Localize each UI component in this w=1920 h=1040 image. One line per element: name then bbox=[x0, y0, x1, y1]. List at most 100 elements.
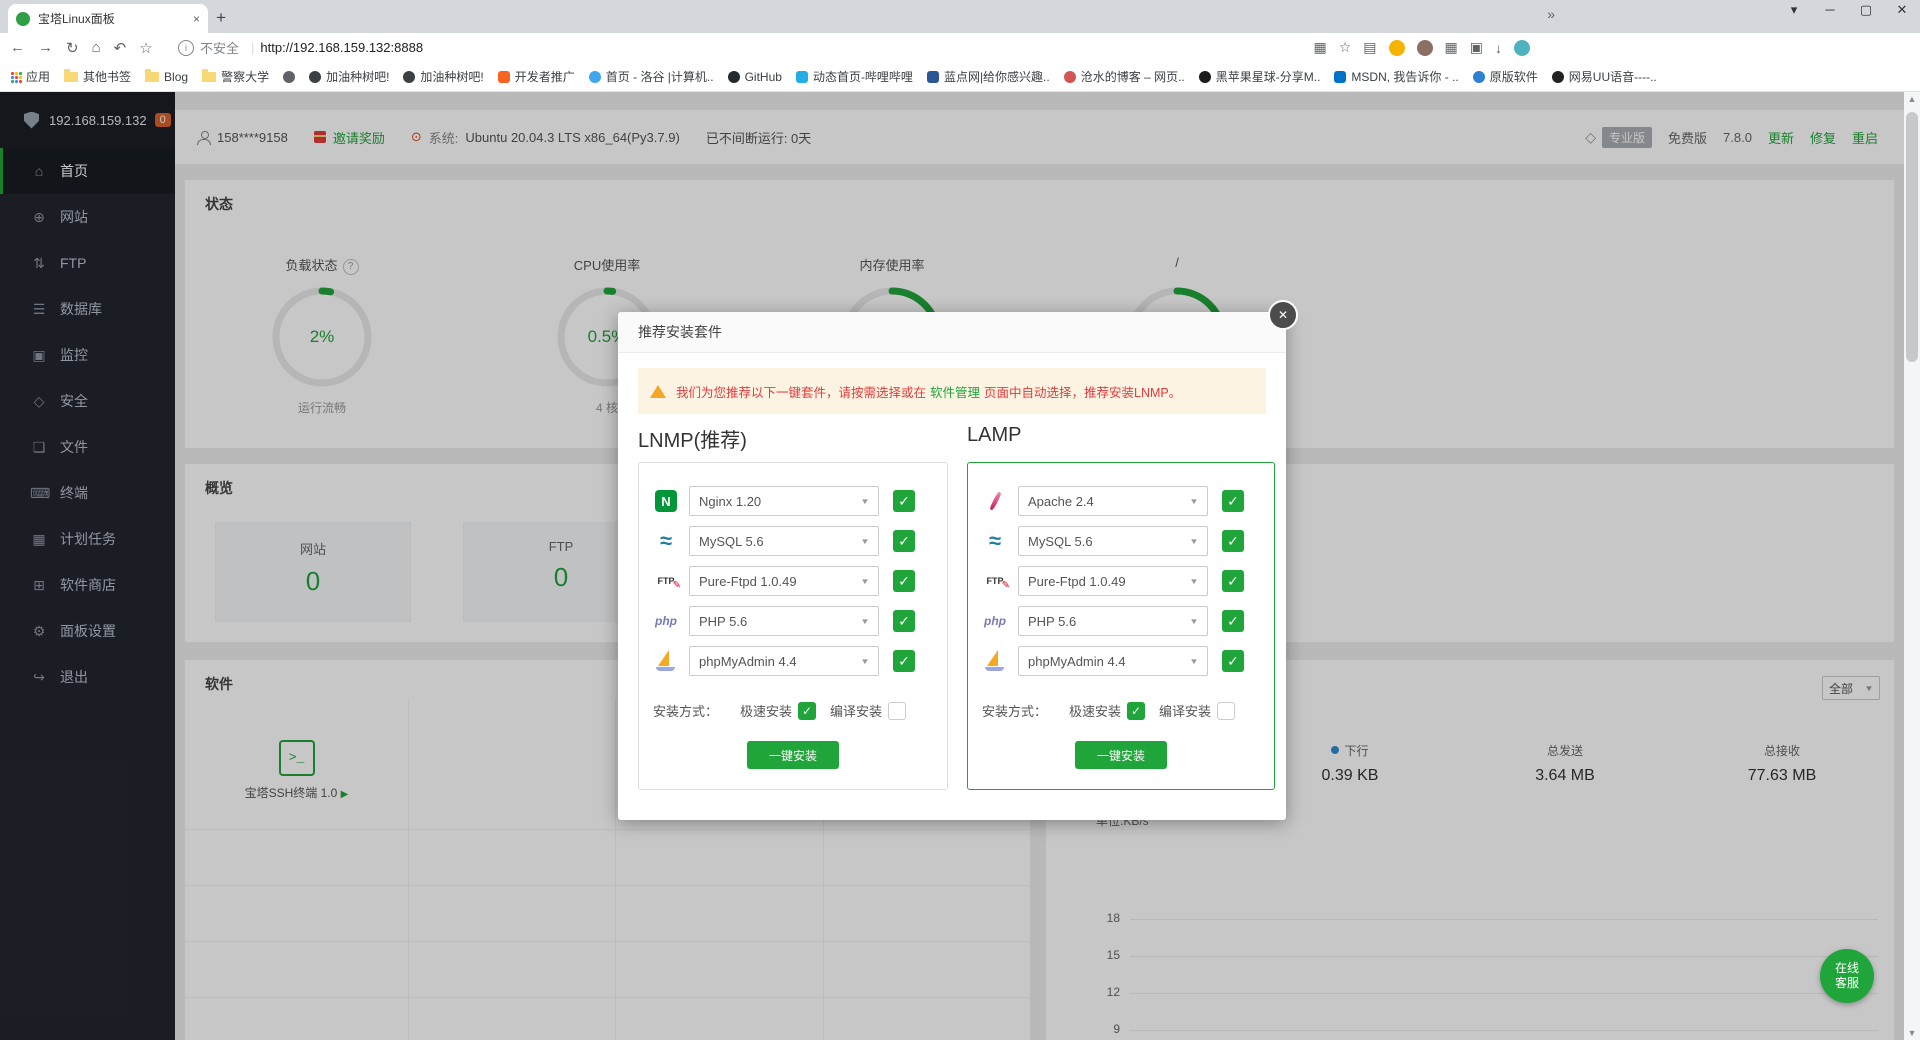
bookmark-item[interactable]: 沧水的博客 – 网页.. bbox=[1064, 68, 1185, 85]
package-version-value: MySQL 5.6 bbox=[1028, 534, 1093, 549]
bookmark-item[interactable]: 加油种树吧! bbox=[403, 68, 483, 85]
star-icon[interactable]: ☆ bbox=[139, 39, 152, 57]
one-click-install-button[interactable]: 一键安装 bbox=[747, 741, 839, 769]
reading-list-icon[interactable]: ▤ bbox=[1363, 39, 1376, 56]
package-checkbox[interactable] bbox=[893, 570, 915, 592]
download-icon[interactable]: ↓ bbox=[1495, 40, 1502, 56]
bookmark-item[interactable]: GitHub bbox=[728, 70, 782, 84]
mysql-logo-icon: ≈ bbox=[982, 529, 1008, 553]
bookmark-item[interactable]: 加油种树吧! bbox=[309, 68, 389, 85]
browser-tab[interactable]: 宝塔Linux面板 × bbox=[8, 4, 208, 33]
package-version-select[interactable]: Pure-Ftpd 1.0.49▼ bbox=[689, 566, 879, 596]
bookmark-item[interactable]: 应用 bbox=[10, 68, 50, 85]
bookmark-label: 网易UU语音----.. bbox=[1569, 68, 1657, 85]
bookmark-item[interactable]: 黑苹果星球-分享M.. bbox=[1199, 68, 1321, 85]
package-checkbox[interactable] bbox=[893, 610, 915, 632]
page-scrollbar[interactable]: ▲ ▼ bbox=[1904, 92, 1920, 1040]
package-checkbox[interactable] bbox=[1222, 570, 1244, 592]
favicon-icon bbox=[728, 71, 740, 83]
maximize-icon[interactable]: ▢ bbox=[1856, 2, 1876, 18]
online-support-button[interactable]: 在线 客服 bbox=[1820, 949, 1874, 1003]
bookmark-item[interactable]: 警察大学 bbox=[202, 68, 269, 85]
folder-icon bbox=[202, 72, 216, 82]
home-icon[interactable]: ⌂ bbox=[92, 39, 101, 56]
nav-icons: ← → ↻ ⌂ ↶ ☆ bbox=[10, 33, 153, 62]
fast-install-option[interactable]: 极速安装 bbox=[1069, 701, 1145, 720]
software-manage-link[interactable]: 软件管理 bbox=[930, 382, 980, 401]
forward-icon[interactable]: → bbox=[38, 39, 53, 56]
new-tab-button[interactable]: + bbox=[216, 8, 226, 28]
package-row-ftp: FTPPure-Ftpd 1.0.49▼ bbox=[639, 561, 947, 601]
bookmark-item[interactable]: MSDN, 我告诉你 - .. bbox=[1334, 68, 1458, 85]
bookmark-label: 加油种树吧! bbox=[326, 68, 389, 85]
reload-icon[interactable]: ↻ bbox=[66, 39, 79, 57]
scrollbar-thumb[interactable] bbox=[1906, 112, 1918, 362]
security-label: 不安全 bbox=[200, 38, 239, 57]
package-checkbox[interactable] bbox=[1222, 610, 1244, 632]
back-icon[interactable]: ← bbox=[10, 39, 25, 56]
chevron-down-icon: ▼ bbox=[1189, 617, 1199, 626]
chevron-down-icon: ▼ bbox=[1189, 657, 1199, 666]
compile-install-checkbox[interactable] bbox=[1217, 702, 1235, 720]
extension-yellow-icon[interactable] bbox=[1389, 40, 1405, 56]
bookmark-item[interactable]: 开发者推广 bbox=[498, 68, 575, 85]
package-version-select[interactable]: Pure-Ftpd 1.0.49▼ bbox=[1018, 566, 1208, 596]
url-text[interactable]: http://192.168.159.132:8888 bbox=[260, 40, 423, 55]
minimize-icon[interactable]: ─ bbox=[1820, 2, 1840, 18]
undo-icon[interactable]: ↶ bbox=[114, 39, 127, 57]
package-checkbox[interactable] bbox=[893, 650, 915, 672]
scrollbar-up-icon[interactable]: ▲ bbox=[1904, 94, 1920, 104]
window-menu-icon[interactable]: ▾ bbox=[1784, 2, 1804, 18]
package-version-select[interactable]: MySQL 5.6▼ bbox=[1018, 526, 1208, 556]
bookmark-item[interactable]: 网易UU语音----.. bbox=[1552, 68, 1657, 85]
favicon-icon bbox=[498, 71, 510, 83]
package-checkbox[interactable] bbox=[893, 530, 915, 552]
favicon-icon bbox=[1199, 71, 1211, 83]
bookmark-label: 开发者推广 bbox=[515, 68, 575, 85]
compile-install-option[interactable]: 编译安装 bbox=[1159, 701, 1235, 720]
package-version-value: PHP 5.6 bbox=[699, 614, 747, 629]
bookmark-item[interactable]: 原版软件 bbox=[1473, 68, 1538, 85]
fast-install-checkbox[interactable] bbox=[1127, 702, 1145, 720]
fast-install-option[interactable]: 极速安装 bbox=[740, 701, 816, 720]
bookmark-item[interactable]: Blog bbox=[145, 70, 188, 84]
package-checkbox[interactable] bbox=[1222, 530, 1244, 552]
bookmark-item[interactable]: 首页 - 洛谷 |计算机.. bbox=[589, 68, 714, 85]
package-version-select[interactable]: phpMyAdmin 4.4▼ bbox=[689, 646, 879, 676]
fast-install-checkbox[interactable] bbox=[798, 702, 816, 720]
package-version-select[interactable]: Apache 2.4▼ bbox=[1018, 486, 1208, 516]
qr-code-icon[interactable]: ▦ bbox=[1314, 39, 1327, 56]
scrollbar-down-icon[interactable]: ▼ bbox=[1904, 1028, 1920, 1038]
close-icon[interactable]: ✕ bbox=[1892, 2, 1912, 18]
screenshot-icon[interactable]: ▣ bbox=[1470, 39, 1483, 56]
package-checkbox[interactable] bbox=[893, 490, 915, 512]
profile-avatar[interactable] bbox=[1514, 40, 1530, 56]
package-version-select[interactable]: Nginx 1.20▼ bbox=[689, 486, 879, 516]
tab-close-icon[interactable]: × bbox=[193, 12, 200, 26]
bookmark-item[interactable]: 动态首页-哔哩哔哩 bbox=[796, 68, 913, 85]
bookmark-item[interactable] bbox=[283, 71, 295, 83]
bookmark-label: 首页 - 洛谷 |计算机.. bbox=[606, 68, 714, 85]
bookmark-item[interactable]: 其他书签 bbox=[64, 68, 131, 85]
lamp-heading: LAMP bbox=[967, 424, 1021, 447]
package-version-select[interactable]: MySQL 5.6▼ bbox=[689, 526, 879, 556]
package-version-select[interactable]: PHP 5.6 ▼ bbox=[689, 606, 879, 636]
package-version-select[interactable]: PHP 5.6▼ bbox=[1018, 606, 1208, 636]
bookmark-item[interactable]: 蓝点网|给你感兴趣.. bbox=[927, 68, 1050, 85]
extension-brown-icon[interactable] bbox=[1417, 40, 1433, 56]
info-icon[interactable]: i bbox=[178, 40, 194, 56]
package-checkbox[interactable] bbox=[1222, 650, 1244, 672]
address-bar[interactable]: i 不安全 | http://192.168.159.132:8888 bbox=[178, 36, 1278, 59]
bookmarks-overflow-icon[interactable]: » bbox=[1547, 6, 1555, 22]
package-version-select[interactable]: phpMyAdmin 4.4▼ bbox=[1018, 646, 1208, 676]
package-row-mysql: ≈MySQL 5.6▼ bbox=[639, 521, 947, 561]
modal-close-button[interactable]: ✕ bbox=[1268, 300, 1298, 330]
package-checkbox[interactable] bbox=[1222, 490, 1244, 512]
chevron-down-icon: ▼ bbox=[860, 617, 870, 626]
one-click-install-button[interactable]: 一键安装 bbox=[1075, 741, 1167, 769]
bookmark-star-icon[interactable]: ☆ bbox=[1339, 39, 1352, 56]
compile-install-option[interactable]: 编译安装 bbox=[830, 701, 906, 720]
php-logo-icon: php bbox=[982, 609, 1008, 633]
apps-grid-icon[interactable]: ▦ bbox=[1445, 39, 1458, 56]
compile-install-checkbox[interactable] bbox=[888, 702, 906, 720]
